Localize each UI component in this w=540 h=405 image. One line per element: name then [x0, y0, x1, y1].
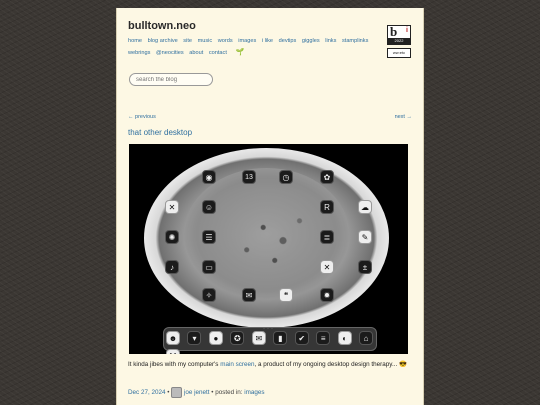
mail-icon[interactable]: ✉ [251, 331, 266, 345]
nav-words[interactable]: words [218, 38, 233, 44]
page-dots[interactable] [262, 316, 276, 329]
site-logo-badge[interactable]: b i 2022 [387, 24, 411, 45]
x-icon: ✕ [320, 260, 334, 274]
main-screen-link[interactable]: main screen [220, 361, 254, 368]
nav-i-like[interactable]: i like [262, 38, 273, 44]
r-app-icon: R [320, 200, 334, 214]
nav-music[interactable]: music [198, 38, 213, 44]
nav-neocities[interactable]: @neocities [156, 50, 184, 56]
mastodon-icon[interactable]: M [166, 349, 180, 354]
main-nav: home blog archive site music words image… [128, 36, 383, 59]
mail-stack-icon: ✉ [242, 288, 256, 302]
page-column: bulltown.neo home blog archive site musi… [116, 8, 424, 405]
category-link[interactable]: images [244, 389, 264, 396]
nav-webrings[interactable]: webrings [128, 50, 150, 56]
layers-icon: ≣ [320, 230, 334, 244]
nav-links[interactable]: links [325, 38, 336, 44]
music-icon: ♪ [165, 260, 179, 274]
nav-images[interactable]: images [238, 38, 256, 44]
meta-separator: • [165, 389, 170, 397]
clock-icon: ◷ [279, 170, 293, 184]
compass-icon[interactable]: ✪ [230, 331, 245, 345]
yoga-icon: ✧ [202, 288, 216, 302]
stack-icon: ☰ [202, 230, 216, 244]
chat-bubble-icon: ❝ [279, 288, 293, 302]
next-link[interactable]: next → [395, 114, 412, 120]
chat-icon[interactable]: ● [208, 331, 223, 345]
list-icon[interactable]: ≡ [316, 331, 331, 345]
nav-about[interactable]: about [189, 50, 203, 56]
nav-devtips[interactable]: devtips [279, 38, 297, 44]
nav-site[interactable]: site [183, 38, 192, 44]
chart-icon[interactable]: ▮ [273, 331, 288, 345]
search-input[interactable] [129, 73, 213, 86]
nav-blog-archive[interactable]: blog archive [148, 38, 178, 44]
desktop-screenshot[interactable]: ◉ 13 ◷ ✿ ✕ ☺ R ☁ ✺ ☰ ≣ ✎ ♪ ▭ ✕ ± ✧ ✉ ❝ ✹… [129, 144, 408, 354]
caption-text: It kinda jibes with my computer's [128, 361, 221, 368]
brain-icon: ✺ [165, 230, 179, 244]
checker-icon: ✕ [165, 200, 179, 214]
calendar-icon: 13 [242, 170, 256, 184]
calculator-icon: ± [358, 260, 372, 274]
logo-year: 2022 [388, 38, 410, 44]
post-meta: Dec 27, 2024 • joe jenett • posted in: i… [128, 387, 408, 398]
previous-link[interactable]: ← previous [128, 114, 156, 120]
sprout-icon: 🌱 [235, 49, 245, 56]
home-icon[interactable]: ⌂ [359, 331, 374, 345]
alien-icon: ☺ [202, 200, 216, 214]
post-date-link[interactable]: Dec 27, 2024 [128, 389, 165, 396]
person-icon: ◉ [202, 170, 216, 184]
notes-icon: ✎ [358, 230, 372, 244]
post-title[interactable]: that other desktop [128, 128, 192, 137]
author-link[interactable]: joe jenett [184, 389, 210, 396]
flower-icon: ✿ [320, 170, 334, 184]
check-icon[interactable]: ✔ [294, 331, 309, 345]
toggle-icon[interactable]: ◐ [337, 331, 352, 345]
nav-home[interactable]: home [128, 38, 142, 44]
nav-contact[interactable]: contact [209, 50, 227, 56]
nav-stamplinks[interactable]: stamplinks [342, 38, 368, 44]
post-caption: It kinda jibes with my computer's main s… [128, 360, 408, 370]
posted-in-label: • posted in: [209, 389, 245, 397]
cloud-icon: ☁ [358, 200, 372, 214]
dock: ☻ ▾ ● ✪ ✉ ▮ ✔ ≡ ◐ ⌂ M [163, 327, 377, 354]
logo-accent: i [406, 27, 408, 34]
nav-giggles[interactable]: giggles [302, 38, 320, 44]
face-icon[interactable]: ☻ [166, 331, 180, 345]
site-title[interactable]: bulltown.neo [128, 20, 196, 32]
fire-icon: ✹ [320, 288, 334, 302]
webmaster-badge[interactable]: ww:etc [387, 48, 411, 58]
cup-icon[interactable]: ▾ [187, 331, 202, 345]
caption-tail: , a product of my ongoing desktop design… [254, 361, 407, 368]
radio-icon: ▭ [202, 260, 216, 274]
author-avatar [171, 387, 183, 398]
